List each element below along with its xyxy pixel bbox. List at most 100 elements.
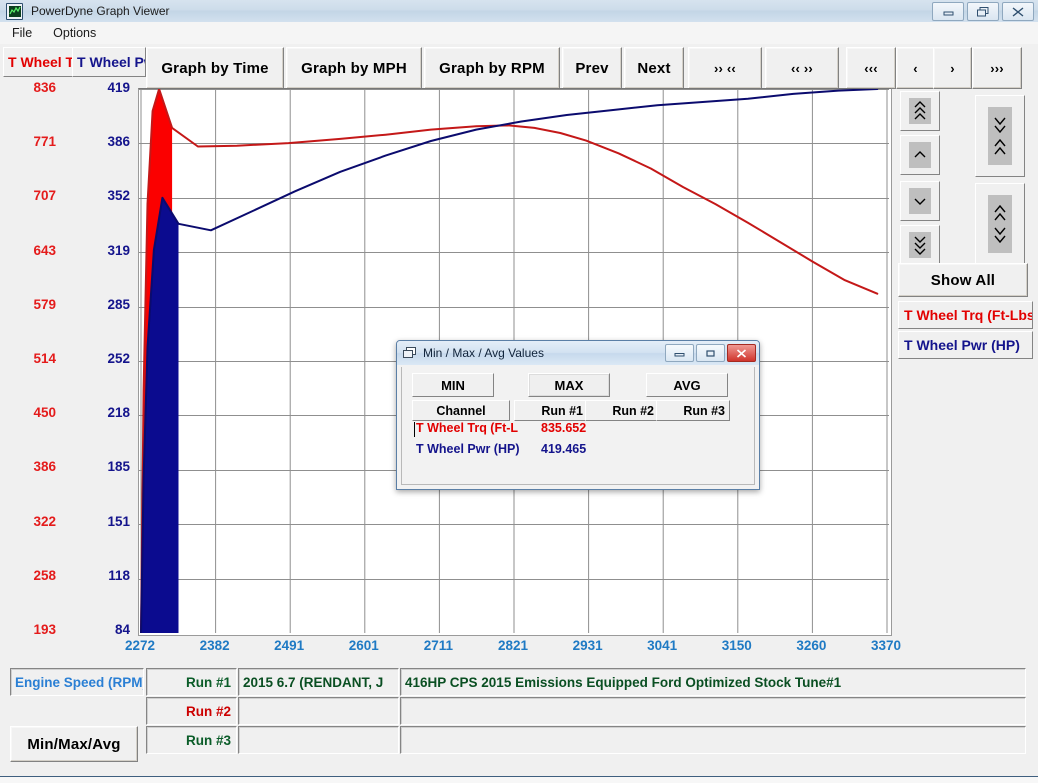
x-axis-labels: 2272 2382 2491 2601 2711 2821 2931 3041 3150 3260… <box>100 638 960 662</box>
row-channel-power: T Wheel Pwr (HP) <box>416 442 520 456</box>
avg-mode-button[interactable]: AVG <box>646 373 728 397</box>
dialog-window-controls <box>665 344 756 362</box>
run2-label[interactable]: Run #2 <box>146 697 237 725</box>
y-tick-power-1: 386 <box>107 134 130 150</box>
show-all-button[interactable]: Show All <box>898 263 1028 297</box>
column-header-channel[interactable]: Channel <box>412 400 510 421</box>
y-tick-torque-9: 258 <box>33 567 56 583</box>
x-tick-4: 2711 <box>423 638 454 653</box>
menu-file[interactable]: File <box>3 24 41 42</box>
window-stack-icon <box>403 347 417 359</box>
y-tick-torque-8: 322 <box>33 513 56 529</box>
restore-icon[interactable] <box>967 2 999 21</box>
x-tick-7: 3041 <box>647 638 678 653</box>
chevron-up-icon <box>909 142 931 168</box>
x-tick-6: 2931 <box>572 638 603 653</box>
right-panel: Show All T Wheel Trq (Ft-Lbs) T Wheel Pw… <box>893 88 1038 648</box>
bottom-panel: Engine Speed (RPM) Min/Max/Avg Run #1 Ru… <box>0 662 1038 782</box>
run3-file-field[interactable] <box>238 726 399 754</box>
scroll-right-fast-button[interactable]: ››› <box>972 47 1022 89</box>
y-tick-power-6: 218 <box>107 405 130 421</box>
app-window: PowerDyne Graph Viewer File Options T Wh… <box>0 0 1038 783</box>
menu-options[interactable]: Options <box>44 24 105 42</box>
y-tick-torque-6: 450 <box>33 405 56 421</box>
graph-app-icon <box>6 2 23 20</box>
prev-button[interactable]: Prev <box>562 47 622 89</box>
graph-by-mph-button[interactable]: Graph by MPH <box>286 47 422 89</box>
y-tick-power-2: 352 <box>107 188 130 204</box>
y-tick-power-4: 285 <box>107 296 130 312</box>
chevron-down-up-icon <box>988 107 1012 165</box>
y-tick-power-0: 419 <box>107 80 130 95</box>
next-button[interactable]: Next <box>624 47 684 89</box>
y-tick-power-7: 185 <box>107 459 130 475</box>
dialog-maximize-icon[interactable] <box>696 344 725 362</box>
max-mode-button[interactable]: MAX <box>528 373 610 397</box>
graph-by-time-button[interactable]: Graph by Time <box>146 47 284 89</box>
chevron-down-icon <box>909 188 931 214</box>
y-tick-torque-4: 579 <box>33 296 56 312</box>
column-header-run1[interactable]: Run #1 <box>514 400 588 421</box>
window-controls <box>932 2 1034 21</box>
legend-item-power[interactable]: T Wheel Pwr (HP) <box>898 331 1033 359</box>
x-tick-8: 3150 <box>721 638 752 653</box>
y-tick-torque-3: 643 <box>33 242 56 258</box>
dialog-title-bar[interactable]: Min / Max / Avg Values <box>397 341 759 365</box>
scale-up-fast-button[interactable] <box>900 91 940 131</box>
column-header-run3[interactable]: Run #3 <box>656 400 730 421</box>
close-icon[interactable] <box>1002 2 1034 21</box>
scroll-right-button[interactable]: › <box>933 47 972 89</box>
y-tick-torque-0: 836 <box>33 80 56 95</box>
y-tick-torque-7: 386 <box>33 459 56 475</box>
x-tick-0: 2272 <box>124 638 156 653</box>
legend-item-torque[interactable]: T Wheel Trq (Ft-Lbs) <box>898 301 1033 329</box>
title-bar: PowerDyne Graph Viewer <box>0 0 1038 23</box>
min-max-avg-button[interactable]: Min/Max/Avg <box>10 726 138 762</box>
dialog-minimize-icon[interactable] <box>665 344 694 362</box>
y-tick-torque-5: 514 <box>33 351 56 366</box>
dialog-body: MIN MAX AVG Channel Run #1 Run #2 Run #3… <box>401 367 755 485</box>
range-compress-button[interactable] <box>975 95 1025 177</box>
dialog-close-icon[interactable] <box>727 344 756 362</box>
channel-tab-power[interactable]: T Wheel Pwr (HP) <box>72 47 146 77</box>
x-tick-2: 2491 <box>274 638 305 653</box>
row-run1-power: 419.465 <box>541 442 587 456</box>
scale-down-button[interactable] <box>900 181 940 221</box>
graph-by-rpm-button[interactable]: Graph by RPM <box>424 47 560 89</box>
x-tick-3: 2601 <box>348 638 379 653</box>
run1-label[interactable]: Run #1 <box>146 668 237 696</box>
run1-description-field[interactable]: 416HP CPS 2015 Emissions Equipped Ford O… <box>400 668 1026 696</box>
min-mode-button[interactable]: MIN <box>412 373 494 397</box>
scroll-left-button[interactable]: ‹ <box>896 47 935 89</box>
zoom-in-button[interactable]: ›› ‹‹ <box>688 47 762 89</box>
min-max-avg-dialog: Min / Max / Avg Values MIN MAX AVG Chann… <box>396 340 760 490</box>
run3-description-field[interactable] <box>400 726 1026 754</box>
minimize-icon[interactable] <box>932 2 964 21</box>
column-header-run2[interactable]: Run #2 <box>585 400 659 421</box>
y-tick-torque-1: 771 <box>33 134 56 150</box>
run1-file-field[interactable]: 2015 6.7 (RENDANT, J <box>238 668 399 696</box>
dialog-title: Min / Max / Avg Values <box>423 346 544 360</box>
x-tick-9: 3260 <box>796 638 827 653</box>
run2-file-field[interactable] <box>238 697 399 725</box>
y-tick-torque-10: 193 <box>33 622 56 637</box>
y-tick-power-8: 151 <box>107 513 130 529</box>
x-tick-1: 2382 <box>199 638 230 653</box>
text-cursor <box>414 422 415 437</box>
row-run1-torque: 835.652 <box>541 421 587 435</box>
scale-down-fast-button[interactable] <box>900 225 940 265</box>
y-axis-labels: 836 419 771 386 707 352 643 319 579 285 514 252 450 2… <box>0 80 138 637</box>
range-expand-button[interactable] <box>975 183 1025 265</box>
menu-bar: File Options <box>0 22 1038 45</box>
run2-description-field[interactable] <box>400 697 1026 725</box>
x-channel-field[interactable]: Engine Speed (RPM) <box>10 668 144 696</box>
channel-tab-torque[interactable]: T Wheel Trq (Ft-Lbs) <box>3 47 75 77</box>
scale-up-button[interactable] <box>900 135 940 175</box>
window-title: PowerDyne Graph Viewer <box>31 4 170 18</box>
row-channel-torque: T Wheel Trq (Ft-L <box>416 421 519 435</box>
zoom-out-button[interactable]: ‹‹ ›› <box>765 47 839 89</box>
x-tick-5: 2821 <box>497 638 529 653</box>
y-tick-power-5: 252 <box>107 351 130 366</box>
run3-label[interactable]: Run #3 <box>146 726 237 754</box>
scroll-left-fast-button[interactable]: ‹‹‹ <box>846 47 896 89</box>
